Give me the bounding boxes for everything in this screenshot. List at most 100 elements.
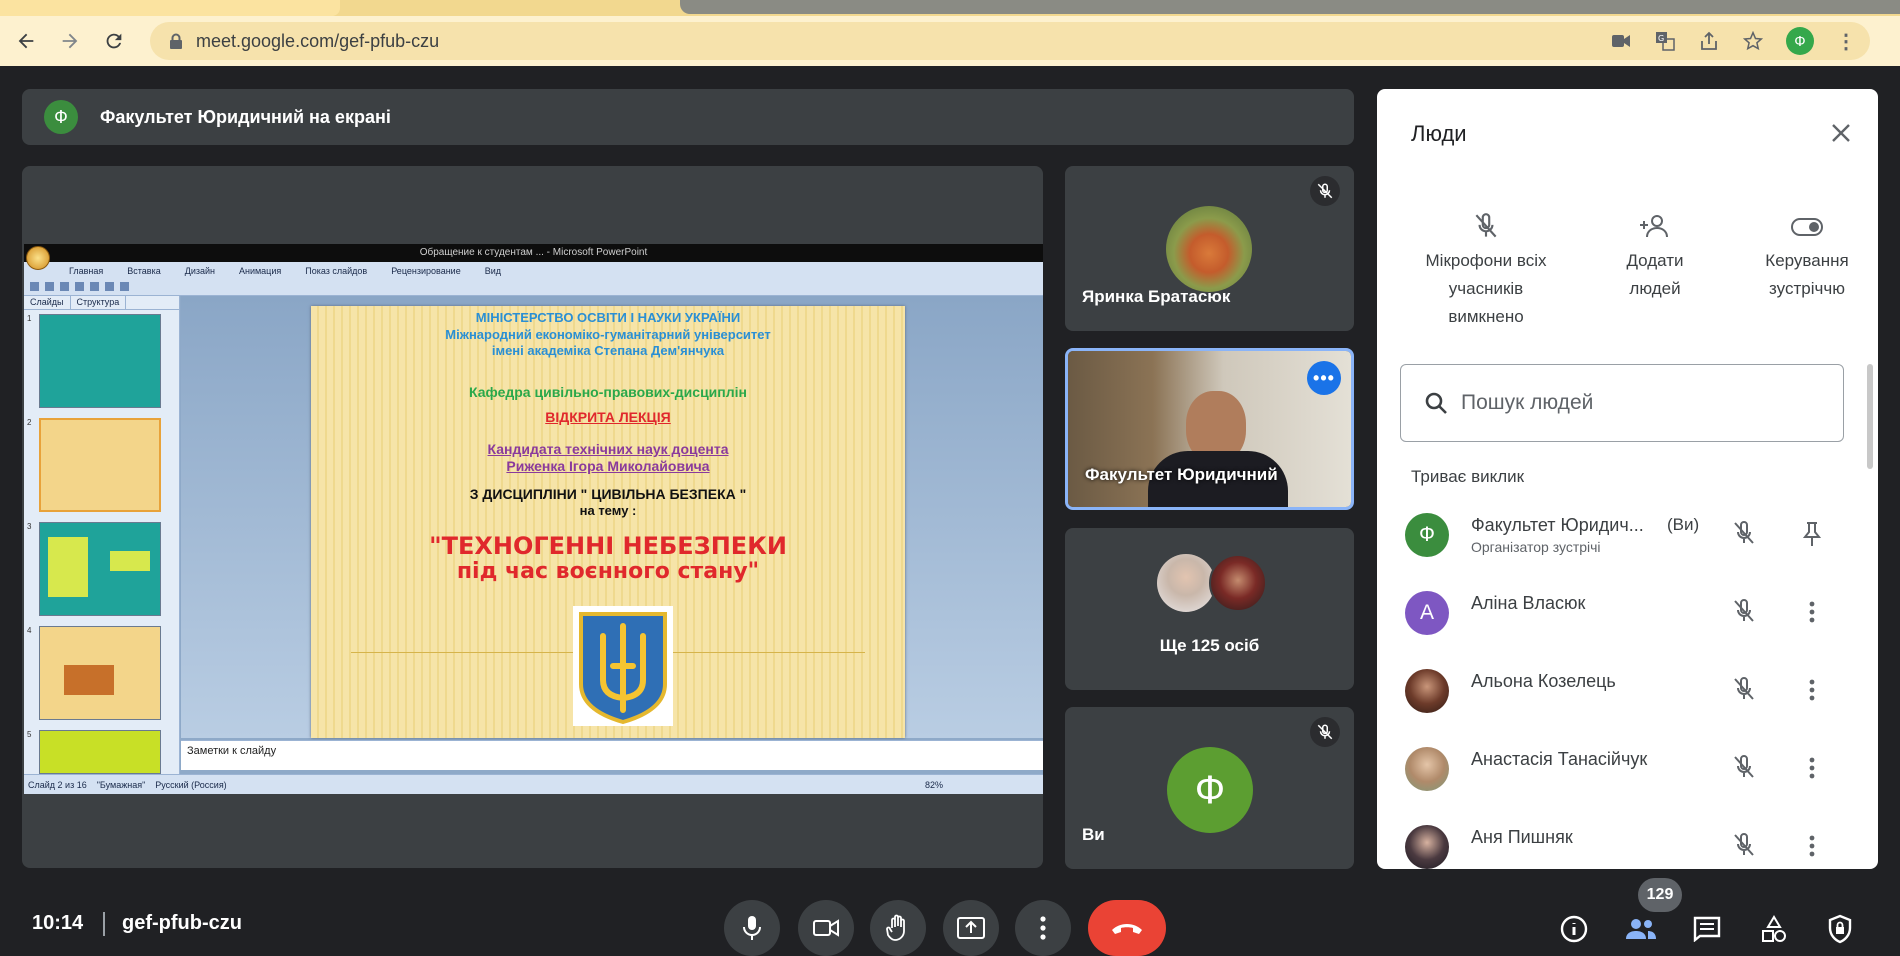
slide-line: Риженка Ігора Миколайовича (506, 458, 710, 474)
present-screen-button[interactable] (943, 900, 999, 956)
participant-name: Аліна Власюк (1471, 593, 1586, 613)
more-vert-icon[interactable] (1797, 753, 1827, 783)
people-icon[interactable] (1624, 912, 1658, 946)
back-arrow-icon[interactable] (8, 23, 44, 59)
bookmark-star-icon[interactable] (1742, 30, 1764, 52)
action-label: людей (1629, 279, 1681, 298)
slide-line: імені академіка Степана Дем'янчука (491, 343, 725, 358)
meeting-info-icon[interactable] (1557, 912, 1591, 946)
search-icon (1423, 390, 1449, 416)
presenting-text: Факультет Юридичний на екрані (100, 106, 391, 127)
participant-row[interactable]: Аня Пишняк (1377, 809, 1878, 869)
add-person-icon (1605, 207, 1705, 247)
mute-all-button[interactable]: Мікрофони всіх учасників вимкнено (1411, 207, 1561, 331)
share-icon[interactable] (1698, 30, 1720, 52)
slide-line: З ДИСЦИПЛІНИ " ЦИВІЛЬНА БЕЗПЕКА " (469, 486, 747, 502)
slide-thumbnail (39, 626, 161, 720)
action-label: вимкнено (1448, 307, 1524, 326)
slide-thumbnail (39, 314, 161, 408)
host-controls-button[interactable]: Керування зустріччю (1747, 207, 1867, 303)
participant-row[interactable]: Анастасія Танасійчук (1377, 731, 1878, 801)
more-vert-icon[interactable] (1797, 597, 1827, 627)
others-tile[interactable]: Ще 125 осіб (1065, 528, 1354, 690)
more-vert-icon[interactable] (1797, 831, 1827, 861)
activities-icon[interactable] (1757, 912, 1791, 946)
more-vert-icon[interactable] (1797, 675, 1827, 705)
action-label: Додати (1626, 251, 1684, 270)
reload-icon[interactable] (96, 23, 132, 59)
slide-thumbnail (39, 522, 161, 616)
participant-photo (1157, 554, 1215, 612)
slide-heading: "ТЕХНОГЕННІ НЕБЕЗПЕКИ (429, 532, 787, 560)
microphone-button[interactable] (724, 900, 780, 956)
action-label: учасників (1448, 279, 1524, 298)
translate-icon[interactable]: G (1654, 30, 1676, 52)
participant-tile[interactable]: ••• Факультет Юридичний (1065, 348, 1354, 510)
pp-status-zoom: 82% (924, 779, 943, 790)
forward-arrow-icon[interactable] (52, 23, 88, 59)
url-text[interactable]: meet.google.com/gef-pfub-czu (196, 31, 439, 52)
mic-off-icon[interactable] (1729, 753, 1759, 783)
pp-quick-access (30, 282, 129, 291)
more-vert-icon (1040, 916, 1046, 940)
office-button-icon (26, 246, 50, 270)
pp-status-theme: "Бумажная" (96, 779, 146, 790)
participant-row[interactable]: Ф Факультет Юридич... (Ви) Організатор з… (1377, 497, 1878, 567)
slide-thumbnail (39, 418, 161, 512)
host-controls-icon[interactable] (1823, 912, 1857, 946)
slide-thumbnail (39, 730, 161, 774)
pp-tab: Анимация (238, 266, 282, 276)
slide-line: Міжнародний економіко-гуманітарний уніве… (445, 327, 771, 342)
pp-tab: Вставка (127, 266, 161, 276)
chat-icon[interactable] (1690, 912, 1724, 946)
participant-row[interactable]: А Аліна Власюк (1377, 575, 1878, 645)
active-tab[interactable] (0, 0, 340, 16)
self-name: Ви (1082, 825, 1105, 844)
mic-off-icon[interactable] (1729, 519, 1759, 549)
mic-off-icon (1411, 207, 1561, 247)
mic-off-icon[interactable] (1729, 831, 1759, 861)
meeting-time: 10:14 (32, 912, 84, 934)
others-count: Ще 125 осіб (1159, 636, 1260, 655)
participant-row[interactable]: Альона Козелець (1377, 653, 1878, 723)
camera-icon[interactable] (1610, 30, 1632, 52)
action-label: зустріччю (1769, 279, 1845, 298)
action-label: Мікрофони всіх (1425, 251, 1547, 270)
address-bar[interactable]: meet.google.com/gef-pfub-czu G Ф ⋮ (150, 22, 1870, 60)
close-icon[interactable] (1825, 117, 1857, 149)
avatar (1405, 825, 1449, 869)
slide-line: Кандидата технічних наук доцента (487, 441, 729, 457)
raise-hand-button[interactable] (870, 900, 926, 956)
pp-notes: Заметки к слайду (181, 740, 1043, 770)
pp-ribbon: Главная Вставка Дизайн Анимация Показ сл… (24, 246, 1043, 296)
slide-line: ВІДКРИТА ЛЕКЦІЯ (545, 409, 671, 425)
avatar: Ф (1405, 513, 1449, 557)
pp-status-bar: Слайд 2 из 16 "Бумажная" Русский (Россия… (24, 774, 1043, 794)
profile-avatar[interactable]: Ф (1786, 27, 1814, 55)
meeting-code: gef-pfub-czu (122, 912, 242, 934)
other-tabs[interactable] (680, 0, 1900, 14)
search-people-input[interactable] (1461, 391, 1821, 415)
more-options-button[interactable] (1015, 900, 1071, 956)
camera-button[interactable] (798, 900, 854, 956)
pp-tab: Главная (69, 266, 104, 276)
browser-menu-icon[interactable]: ⋮ (1836, 29, 1856, 54)
mic-off-icon[interactable] (1729, 597, 1759, 627)
search-box[interactable] (1400, 364, 1844, 442)
hang-up-icon (1112, 924, 1142, 934)
leave-call-button[interactable] (1088, 900, 1166, 956)
participant-photo (1166, 206, 1252, 292)
lock-icon[interactable] (166, 31, 186, 51)
participant-tile[interactable]: Яринка Братасюк (1065, 166, 1354, 331)
pin-icon[interactable] (1797, 519, 1827, 549)
add-people-button[interactable]: Додати людей (1605, 207, 1705, 303)
shared-screen-tile[interactable]: Обращение к студентам ... - Microsoft Po… (22, 166, 1043, 868)
pp-slide-canvas: МІНІСТЕРСТВО ОСВІТИ І НАУКИ УКРАЇНИ Міжн… (181, 296, 1043, 738)
microphone-icon (743, 916, 761, 940)
thumb-number: 1 (27, 314, 32, 323)
more-options-icon[interactable]: ••• (1307, 361, 1341, 395)
present-icon (957, 917, 985, 939)
mic-off-icon[interactable] (1729, 675, 1759, 705)
panel-scrollbar[interactable] (1867, 364, 1873, 469)
self-tile[interactable]: Ф Ви (1065, 707, 1354, 869)
